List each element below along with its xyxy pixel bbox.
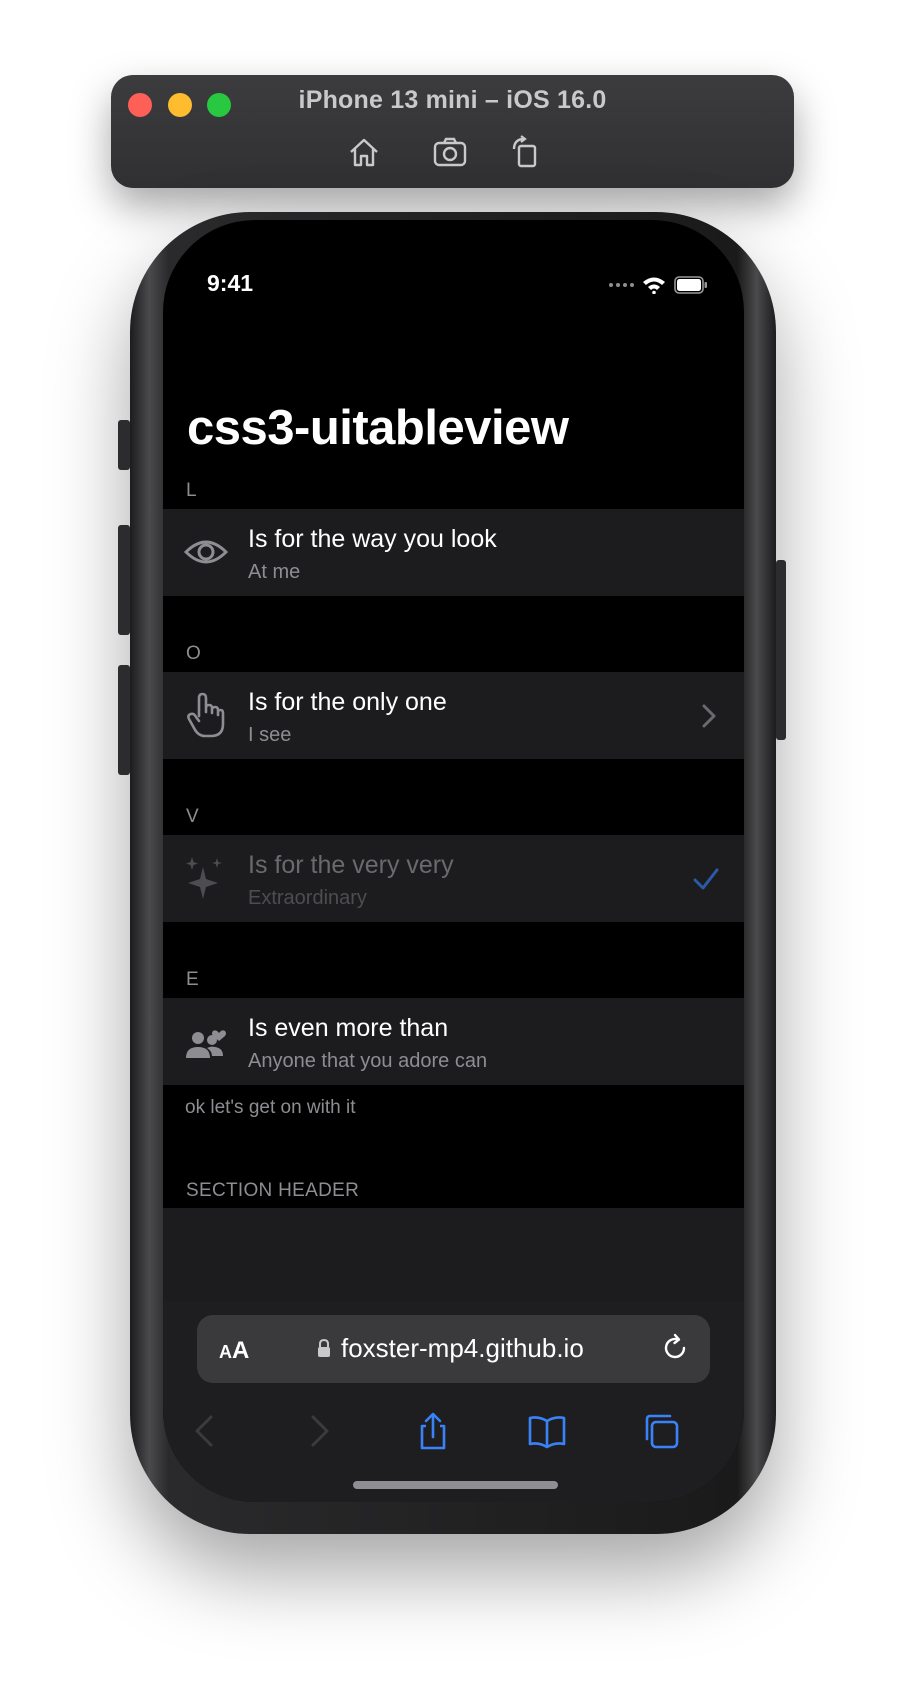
table-cell-partial[interactable] — [163, 1208, 744, 1308]
cell-title: Is even more than — [248, 1014, 449, 1042]
table-cell-l[interactable]: Is for the way you look At me — [163, 509, 744, 596]
sparkles-icon — [183, 853, 229, 903]
text-size-button[interactable]: AA — [219, 1337, 249, 1365]
phone-screen: 9:41 css3-uitableview L Is for the way y… — [163, 220, 744, 1502]
home-icon[interactable] — [346, 135, 382, 169]
lock-icon — [315, 1337, 333, 1359]
cell-title: Is for the very very — [248, 851, 454, 879]
section-header-l: L — [186, 480, 197, 501]
cell-title: Is for the way you look — [248, 525, 497, 553]
status-icons — [608, 274, 708, 296]
section-header-next: SECTION HEADER — [186, 1180, 360, 1201]
mute-switch — [118, 420, 130, 470]
url-text: foxster-mp4.github.io — [341, 1333, 584, 1363]
forward-icon[interactable] — [299, 1411, 339, 1451]
volume-down-button — [118, 665, 130, 775]
section-header-v: V — [186, 806, 199, 827]
chevron-right-icon — [696, 700, 720, 732]
page-title: css3-uitableview — [187, 401, 569, 455]
volume-up-button — [118, 525, 130, 635]
hand-point-icon — [183, 690, 229, 740]
tabs-icon[interactable] — [641, 1411, 681, 1451]
simulator-title: iPhone 13 mini – iOS 16.0 — [298, 86, 607, 114]
eye-icon — [183, 527, 229, 577]
cell-subtitle: At me — [248, 561, 301, 583]
battery-icon — [674, 276, 707, 294]
power-button — [776, 560, 786, 740]
people-heart-icon — [183, 1016, 229, 1066]
cell-title: Is for the only one — [248, 688, 447, 716]
wifi-icon — [643, 277, 665, 294]
rotate-icon[interactable] — [508, 135, 544, 169]
status-time: 9:41 — [207, 270, 254, 296]
cell-subtitle: Extraordinary — [248, 887, 367, 909]
address-bar[interactable]: AA foxster-mp4.github.io — [197, 1315, 710, 1383]
section-header-o: O — [186, 643, 202, 664]
reload-icon[interactable] — [658, 1331, 692, 1365]
section-footer: ok let's get on with it — [185, 1097, 356, 1118]
table-cell-v[interactable]: Is for the very very Extraordinary — [163, 835, 744, 922]
screenshot-icon[interactable] — [432, 135, 468, 169]
cell-subtitle: I see — [248, 724, 292, 746]
checkmark-icon — [692, 863, 720, 895]
signal-icon — [609, 283, 634, 287]
bookmarks-icon[interactable] — [527, 1411, 567, 1451]
section-header-e: E — [186, 969, 199, 990]
share-icon[interactable] — [413, 1411, 453, 1451]
cell-subtitle: Anyone that you adore can — [248, 1050, 488, 1072]
back-icon[interactable] — [185, 1411, 225, 1451]
safari-toolbar: AA foxster-mp4.github.io — [163, 1301, 744, 1502]
table-cell-e[interactable]: Is even more than Anyone that you adore … — [163, 998, 744, 1085]
table-cell-o[interactable]: Is for the only one I see — [163, 672, 744, 759]
home-indicator — [353, 1481, 558, 1489]
